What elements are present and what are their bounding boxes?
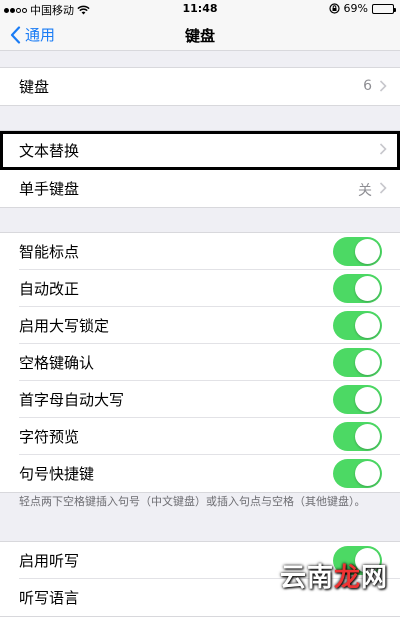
toggle-knob [355, 276, 380, 301]
toggle-knob [355, 387, 380, 412]
toggle-label: 空格键确认 [19, 352, 94, 373]
toggle-label: 智能标点 [19, 241, 79, 262]
chevron-right-icon [378, 182, 388, 194]
keyboards-count: 6 [363, 78, 372, 94]
toggle-switch[interactable] [333, 422, 382, 451]
period-shortcut-footnote: 轻点两下空格键插入句号（中文键盘）或插入句点与空格（其他键盘）。 [19, 494, 389, 510]
toggle-knob [355, 350, 380, 375]
status-bar: 中国移动 11:48 69% [0, 0, 400, 18]
toggle-row-period-shortcut: 句号快捷键 [0, 455, 400, 492]
rotation-lock-icon [329, 3, 340, 14]
battery-icon [372, 4, 394, 14]
toggle-label: 字符预览 [19, 426, 79, 447]
text-replacement-row[interactable]: 文本替换 [0, 131, 400, 170]
keyboards-label: 键盘 [19, 76, 49, 97]
text-replacement-label: 文本替换 [19, 140, 79, 161]
dictation-language-label: 听写语言 [19, 587, 79, 608]
toggle-row-character-preview: 字符预览 [0, 418, 400, 455]
chevron-right-icon [378, 80, 388, 92]
navigation-bar: 通用 键盘 [0, 18, 400, 51]
toggle-row-smart-punctuation: 智能标点 [0, 233, 400, 270]
toggle-knob [355, 461, 380, 486]
text-options-group: 文本替换 单手键盘 关 [0, 130, 400, 208]
toggle-switch[interactable] [333, 311, 382, 340]
toggle-switch[interactable] [333, 274, 382, 303]
toggle-switch[interactable] [333, 459, 382, 488]
page-title: 键盘 [0, 25, 400, 46]
site-watermark-logo: 云南龙网 [280, 557, 388, 594]
keyboards-row[interactable]: 键盘 6 [0, 68, 400, 105]
toggle-switch[interactable] [333, 348, 382, 377]
toggle-switch[interactable] [333, 237, 382, 266]
one-handed-value: 关 [358, 180, 372, 200]
toggle-knob [355, 239, 380, 264]
toggle-row-space-confirm: 空格键确认 [0, 344, 400, 381]
status-right: 69% [329, 2, 394, 15]
one-handed-keyboard-row[interactable]: 单手键盘 关 [0, 170, 400, 207]
toggle-label: 句号快捷键 [19, 463, 94, 484]
toggle-row-auto-correct: 自动改正 [0, 270, 400, 307]
toggle-row-auto-capitalization: 首字母自动大写 [0, 381, 400, 418]
toggle-switch[interactable] [333, 385, 382, 414]
toggle-label: 首字母自动大写 [19, 389, 124, 410]
toggle-label: 启用大写锁定 [19, 315, 109, 336]
battery-percent: 69% [344, 2, 368, 15]
toggle-label: 自动改正 [19, 278, 79, 299]
dictation-label: 启用听写 [19, 550, 79, 571]
toggle-knob [355, 313, 380, 338]
toggles-group: 智能标点 自动改正 启用大写锁定 空格键确认 首字母自动大写 字符预览 句号快捷… [0, 232, 400, 493]
toggle-row-caps-lock: 启用大写锁定 [0, 307, 400, 344]
chevron-right-icon [378, 143, 388, 155]
one-handed-label: 单手键盘 [19, 178, 79, 199]
keyboards-group: 键盘 6 [0, 67, 400, 106]
toggle-knob [355, 424, 380, 449]
